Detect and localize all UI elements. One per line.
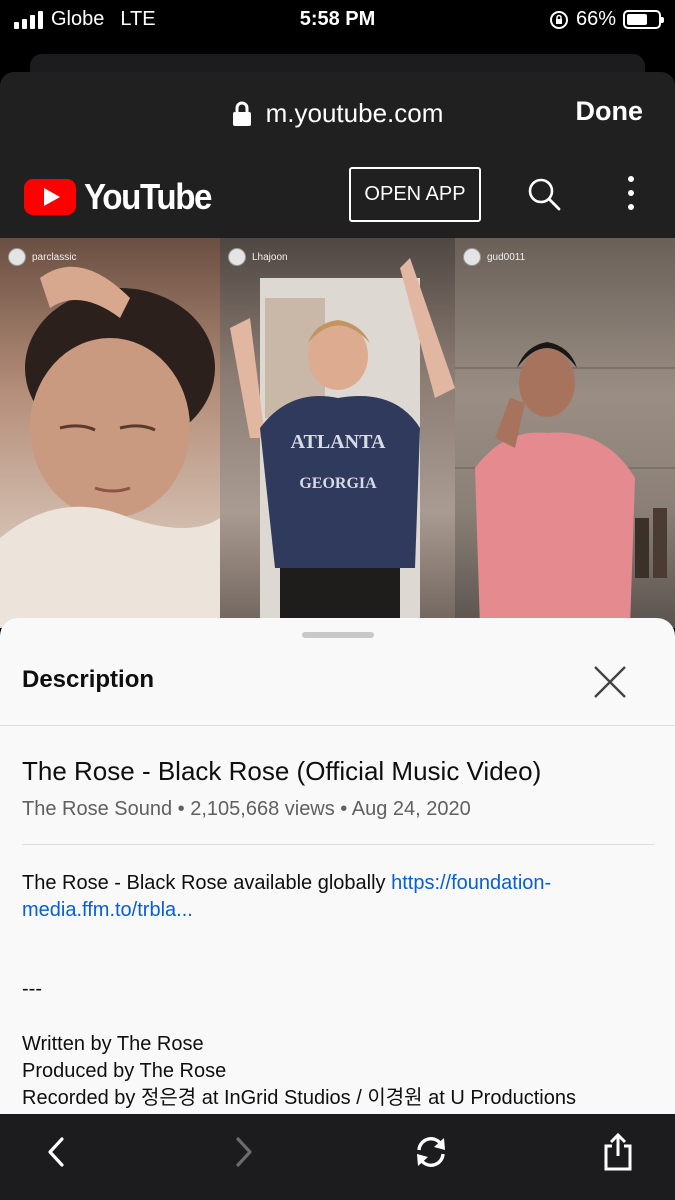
description-dashes: --- — [22, 978, 42, 1000]
more-vert-icon[interactable] — [620, 176, 642, 210]
chevron-left-icon — [48, 1137, 64, 1167]
credit-line: Written by The Rose — [22, 1033, 204, 1055]
description-body-text: The Rose - Black Rose available globally — [22, 872, 392, 894]
credits-list: Written by The Rose Produced by The Rose… — [22, 1031, 576, 1112]
browser-header: m.youtube.com Done — [0, 72, 675, 154]
description-panel: Description The Rose - Black Rose (Offic… — [0, 618, 675, 1114]
done-button[interactable]: Done — [576, 96, 644, 127]
lock-icon — [232, 101, 251, 126]
refresh-icon — [417, 1137, 445, 1167]
credit-line: Recorded by 정은경 at InGrid Studios / 이경원 … — [22, 1087, 576, 1109]
back-button[interactable] — [34, 1130, 78, 1174]
video-panel-center: Lhajoon ATLANTA GEORGIA — [220, 238, 455, 628]
battery-icon — [623, 10, 664, 29]
url-text: m.youtube.com — [265, 98, 444, 128]
youtube-play-icon — [24, 179, 76, 215]
reload-button[interactable] — [409, 1130, 453, 1174]
battery-percent: 66% — [575, 8, 616, 30]
video-title: The Rose - Black Rose (Official Music Vi… — [22, 756, 542, 786]
person-illustration: ATLANTA GEORGIA — [230, 258, 455, 628]
share-button[interactable] — [596, 1130, 640, 1174]
video-panel-right: gud0011 — [455, 238, 675, 628]
status-right: 66% — [549, 8, 664, 31]
svg-text:ATLANTA: ATLANTA — [291, 431, 386, 453]
orientation-lock-icon — [549, 10, 568, 29]
video-panel-left: parclassic — [0, 238, 220, 628]
drag-handle[interactable] — [302, 632, 374, 638]
credit-line: Produced by The Rose — [22, 1060, 227, 1082]
youtube-logo[interactable]: YouTube — [24, 176, 222, 218]
description-heading: Description — [22, 666, 155, 693]
person-illustration — [455, 342, 675, 628]
description-header: Description — [0, 648, 675, 726]
youtube-header: YouTube OPEN APP — [0, 154, 675, 238]
video-player[interactable]: parclassic Lhajoon ATLANTA GEORGIA gud00… — [0, 238, 675, 628]
url-bar[interactable]: m.youtube.com — [0, 98, 675, 129]
description-body: The Rose - Black Rose available globally… — [22, 870, 642, 924]
share-icon — [604, 1132, 632, 1171]
close-icon[interactable] — [590, 662, 630, 702]
search-icon[interactable] — [526, 176, 562, 212]
person-illustration — [0, 266, 220, 628]
youtube-wordmark: YouTube — [84, 176, 212, 217]
svg-text:GEORGIA: GEORGIA — [299, 475, 377, 492]
open-app-button[interactable]: OPEN APP — [349, 167, 481, 222]
forward-button[interactable] — [222, 1130, 266, 1174]
status-bar: Globe LTE 5:58 PM 66% — [0, 0, 675, 40]
video-meta: The Rose Sound • 2,105,668 views • Aug 2… — [22, 798, 471, 820]
browser-toolbar — [0, 1114, 675, 1200]
divider — [22, 844, 654, 845]
chevron-right-icon — [236, 1137, 252, 1167]
